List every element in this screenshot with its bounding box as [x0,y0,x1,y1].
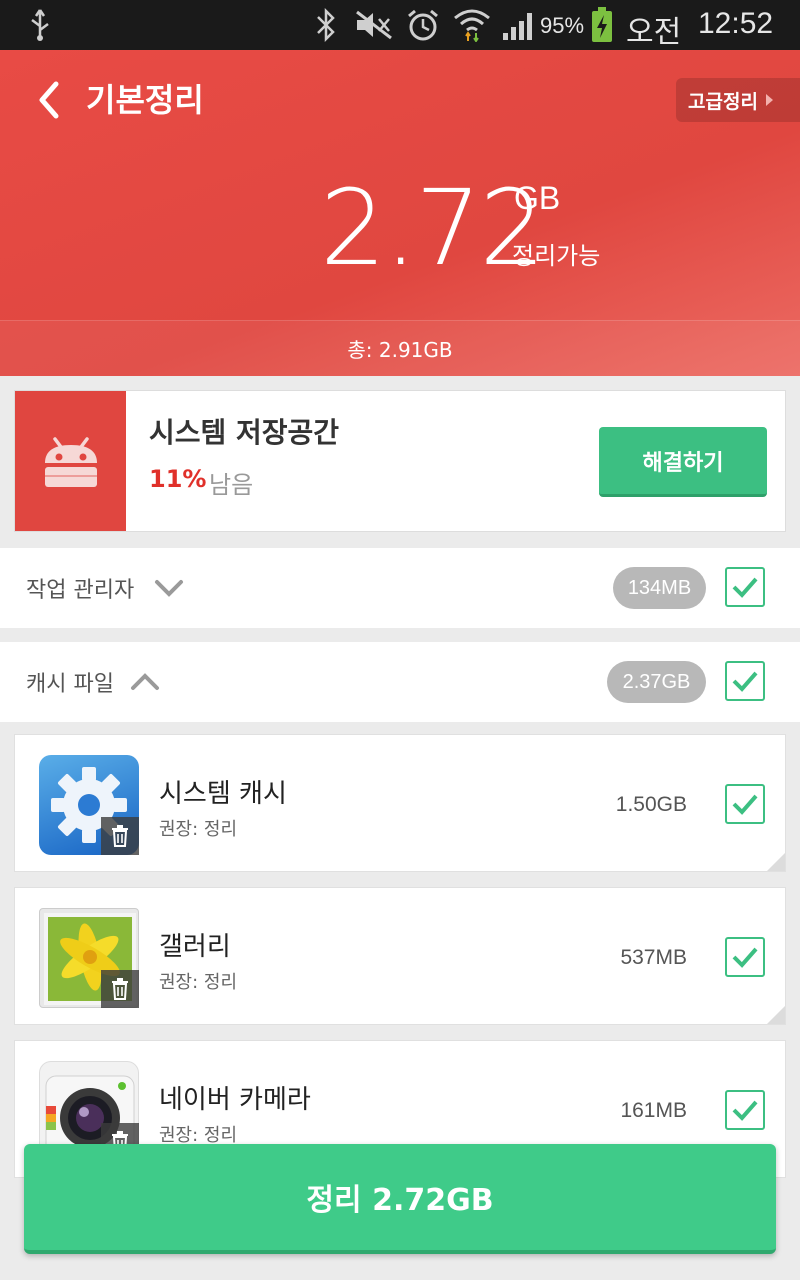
caret-right-icon [765,94,773,106]
alarm-icon [404,8,442,42]
clean-button[interactable]: 정리 2.72GB [24,1144,776,1254]
checkbox[interactable] [725,567,765,607]
page-title: 기본정리 [86,81,204,119]
storage-remain-label: 남음 [209,471,254,499]
mute-icon [354,8,394,42]
wifi-icon [452,8,492,42]
app-size: 161MB [620,1099,687,1122]
checkmark-icon [732,947,758,968]
storage-title: 시스템 저장공간 [149,416,340,449]
battery-charging-icon [590,7,614,42]
section-label: 작업 관리자 [26,578,135,603]
size-badge: 2.37GB [607,661,706,703]
checkbox[interactable] [725,784,765,824]
storage-warning-card: 시스템 저장공간 11% 남음 해결하기 [14,390,786,532]
section-cache-files[interactable]: 캐시 파일 2.37GB [0,642,800,722]
fix-button[interactable]: 해결하기 [599,427,767,497]
checkbox[interactable] [725,661,765,701]
signal-icon [500,8,538,42]
checkmark-icon [732,671,758,692]
checkmark-icon [732,1100,758,1121]
header: 기본정리 고급정리 2.72 GB 정리가능 총: 2.91GB [0,50,800,376]
app-recommendation: 권장: 정리 [159,819,238,840]
battery-percent: 95% [540,13,585,38]
status-time: 12:52 [698,7,774,40]
cleanable-unit: GB [514,180,561,216]
cache-item[interactable]: 시스템 캐시 권장: 정리 1.50GB [14,734,786,872]
advanced-clean-label: 고급정리 [688,90,758,113]
corner-fold-icon [767,853,785,871]
app-name: 시스템 캐시 [159,779,287,809]
storage-percent: 11% [149,465,207,493]
checkbox[interactable] [725,1090,765,1130]
bluetooth-icon [312,8,340,42]
cache-item[interactable]: 갤러리 권장: 정리 537MB [14,887,786,1025]
corner-fold-icon [767,1006,785,1024]
chevron-down-icon[interactable] [154,576,184,600]
chevron-left-icon [39,81,59,119]
app-recommendation: 권장: 정리 [159,972,238,993]
size-badge: 134MB [613,567,706,609]
checkbox[interactable] [725,937,765,977]
status-bar: 95% 오전 12:52 [0,0,800,50]
section-label: 캐시 파일 [26,672,114,697]
checkmark-icon [732,577,758,598]
usb-icon [26,8,54,42]
checkmark-icon [732,794,758,815]
android-icon [15,391,126,531]
trash-icon [101,817,139,855]
app-size: 537MB [620,946,687,969]
section-task-manager[interactable]: 작업 관리자 134MB [0,548,800,628]
app-name: 네이버 카메라 [159,1085,311,1115]
app-size: 1.50GB [615,793,687,816]
advanced-clean-button[interactable]: 고급정리 [676,78,800,122]
status-ampm: 오전 [626,16,682,49]
cleanable-value: 2.72 [320,167,546,289]
total-size-label: 총: 2.91GB [347,338,453,362]
total-size: 총: 2.91GB [0,320,800,376]
back-button[interactable] [36,78,76,122]
cleanable-caption: 정리가능 [512,242,601,270]
trash-icon [101,970,139,1008]
chevron-up-icon[interactable] [130,670,160,694]
app-name: 갤러리 [159,932,231,962]
